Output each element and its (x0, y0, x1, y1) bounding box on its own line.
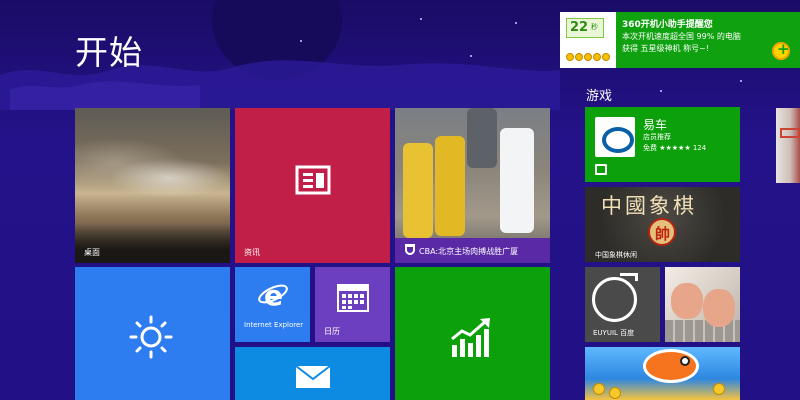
tile-bomb-game[interactable]: EUYUIL 百度 (585, 267, 660, 342)
fish-eye (680, 356, 690, 366)
chess-piece: 帥 (648, 218, 676, 246)
tile-sports[interactable]: CBA:北京主场肉搏战胜广厦 (395, 108, 550, 263)
chess-banner: 中國象棋 (601, 194, 697, 218)
group-title-games[interactable]: 游戏 (586, 85, 612, 104)
tile-chinese-chess[interactable]: 中國象棋 帥 中国象棋休闲 (585, 187, 740, 262)
player-yellow-2 (435, 136, 465, 236)
tile-desktop-label: 桌面 (84, 248, 100, 257)
notification-title: 360开机小助手提醒您 (622, 20, 713, 30)
newspaper-icon (295, 165, 331, 195)
notification-line2: 获得 五星级神机 称号~! (622, 44, 709, 53)
tile-internet-explorer[interactable]: e Internet Explorer (235, 267, 310, 342)
tile-news-label: 资讯 (244, 248, 260, 257)
yiche-name: 易车 (643, 118, 668, 132)
tile-yiche[interactable]: 易车 店员推荐 免费 ★★★★★ 124 (585, 107, 740, 182)
crowd (467, 108, 497, 168)
tile-desktop[interactable]: 桌面 (75, 108, 230, 263)
clownfish-image (643, 349, 699, 383)
hand-left (671, 283, 703, 319)
rating-coins (566, 46, 612, 61)
tile-calendar-label: 日历 (324, 327, 340, 336)
trophy-icon (405, 244, 415, 255)
tile-sports-label: CBA:北京主场肉搏战胜广厦 (419, 247, 519, 256)
notification-toast[interactable]: 22 秒 360开机小助手提醒您 本次开机速度超全国 99% 的电脑 获得 五星… (560, 12, 800, 68)
bomb-icon (592, 277, 637, 322)
coin (609, 387, 621, 399)
page-title: 开始 (75, 33, 143, 72)
tile-calendar[interactable]: 日历 (315, 267, 390, 342)
coin (713, 383, 725, 395)
tile-mail[interactable] (235, 347, 390, 400)
chess-piece-glyph: 帥 (655, 225, 671, 243)
hand-right (703, 289, 735, 327)
boot-time-counter: 22 (566, 18, 604, 38)
tile-weather[interactable] (75, 267, 230, 400)
sports-caption-bar: CBA:北京主场肉搏战胜广厦 (395, 238, 550, 263)
internet-explorer-icon: e (258, 279, 288, 311)
tile-bomb-label: EUYUIL 百度 (593, 329, 635, 337)
notification-line1: 本次开机速度超全国 99% 的电脑 (622, 32, 741, 41)
360-add-icon[interactable] (772, 40, 790, 60)
coin (593, 383, 605, 395)
bomb-fuse (620, 273, 638, 281)
calendar-icon (337, 284, 369, 312)
yiche-subtitle: 店员推荐 (643, 133, 671, 141)
stock-chart-icon (451, 318, 490, 357)
yiche-rating: 免费 ★★★★★ 124 (643, 144, 707, 152)
mail-icon (295, 365, 331, 388)
tile-finance[interactable] (395, 267, 550, 400)
tile-typing-game[interactable] (665, 267, 740, 342)
tile-offscreen-peek[interactable] (776, 108, 800, 183)
yiche-logo (595, 117, 635, 157)
sun-icon (129, 315, 173, 359)
tile-fish-game[interactable] (585, 347, 740, 400)
peek-detail (780, 128, 800, 138)
notification-body: 360开机小助手提醒您 本次开机速度超全国 99% 的电脑 获得 五星级神机 称… (616, 12, 766, 68)
notification-badge: 22 秒 (560, 12, 616, 68)
tile-ie-label: Internet Explorer (244, 321, 304, 329)
player-white (500, 128, 534, 233)
tile-news[interactable]: 资讯 (235, 108, 390, 263)
tile-chess-label: 中国象棋休闲 (595, 251, 637, 259)
store-icon (595, 164, 607, 175)
svg-text:e: e (264, 279, 283, 311)
player-yellow-1 (403, 143, 433, 238)
boot-time-unit: 秒 (591, 23, 598, 31)
